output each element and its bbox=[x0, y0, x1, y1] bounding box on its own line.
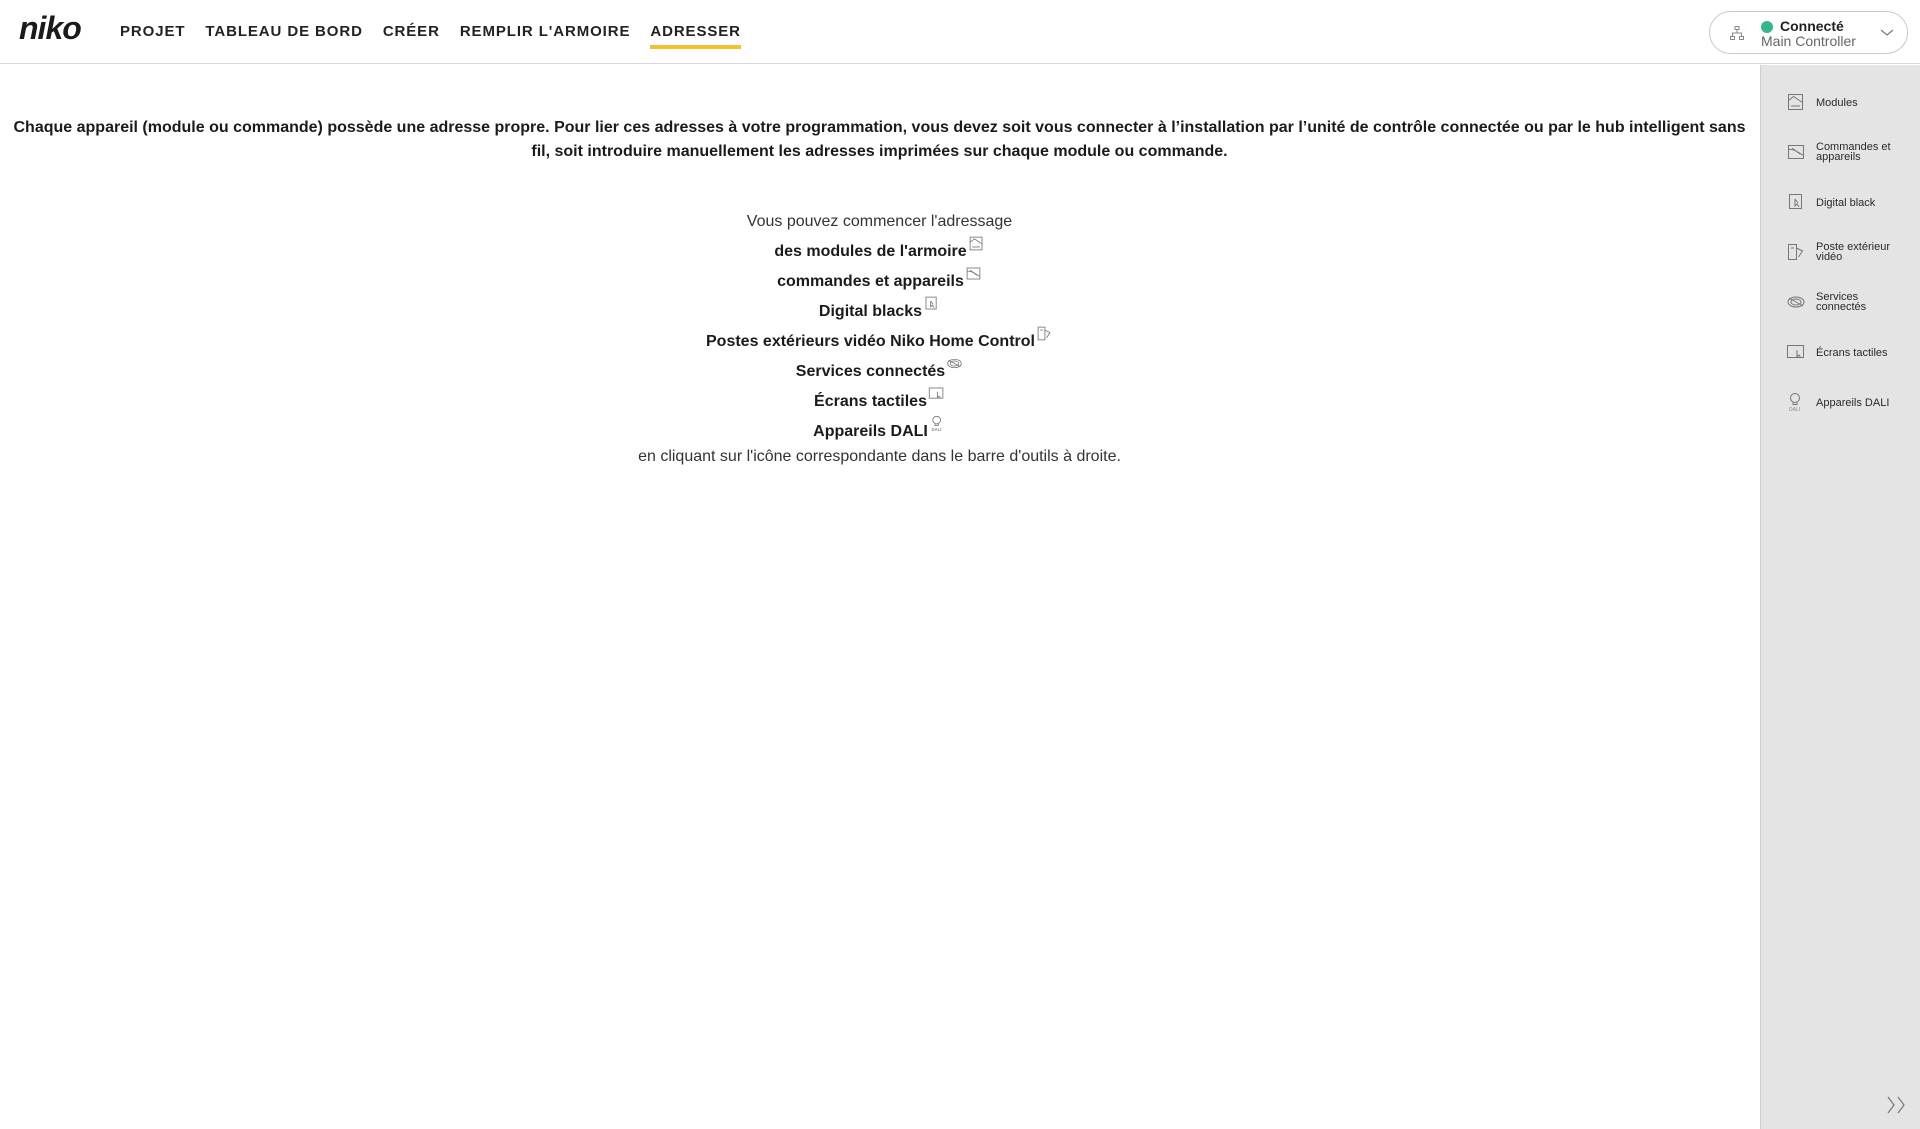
toolbar-video-station[interactable]: Poste extérieur vidéo bbox=[1761, 238, 1920, 278]
nav-label: ADRESSER bbox=[650, 22, 741, 40]
dali-icon: DALI bbox=[1789, 393, 1800, 412]
status-dot bbox=[1761, 21, 1773, 33]
instruction-label: commandes et appareils bbox=[777, 273, 964, 290]
instruction-dali: Appareils DALI DALI bbox=[0, 415, 1759, 443]
nav-label: PROJET bbox=[120, 22, 186, 40]
instruction-connected-services: Services connectés bbox=[0, 358, 1759, 383]
instruction-controls: commandes et appareils bbox=[0, 267, 1759, 293]
toolbar-label: Services connectés bbox=[1816, 291, 1867, 313]
connection-status: Connecté bbox=[1780, 18, 1844, 34]
instruction-touchscreens: Écrans tactiles bbox=[0, 387, 1759, 413]
start-text: Vous pouvez commencer l'adressage bbox=[746, 213, 1013, 230]
touchscreen-icon bbox=[1787, 345, 1804, 359]
digital-black-icon bbox=[925, 296, 937, 310]
nav-creer[interactable]: CRÉER bbox=[383, 0, 440, 64]
controls-devices-icon bbox=[966, 267, 981, 280]
toolbar-dali[interactable]: DALI Appareils DALI bbox=[1761, 388, 1920, 428]
controller-name: Main Controller bbox=[1761, 33, 1856, 49]
intro-text: Chaque appareil (module ou commande) pos… bbox=[13, 119, 1746, 160]
network-icon bbox=[1730, 26, 1744, 40]
instruction-video-stations: Postes extérieurs vidéo Niko Home Contro… bbox=[0, 326, 1759, 353]
toolbar-controls-devices[interactable]: Commandes et appareils bbox=[1761, 138, 1920, 178]
double-chevron-right-icon[interactable] bbox=[1886, 1095, 1908, 1115]
toolbar-connected-services[interactable]: Services connectés bbox=[1761, 288, 1920, 328]
toolbar-label: Appareils DALI bbox=[1816, 397, 1890, 409]
instruction-modules: des modules de l'armoire bbox=[0, 236, 1759, 263]
niko-logo[interactable]: niko bbox=[19, 11, 101, 47]
top-bar: niko PROJET TABLEAU DE BORD CRÉER REMPLI… bbox=[0, 0, 1920, 64]
instruction-label: des modules de l'armoire bbox=[774, 243, 967, 260]
controls-devices-icon bbox=[1788, 145, 1804, 159]
main-navigation: PROJET TABLEAU DE BORD CRÉER REMPLIR L'A… bbox=[120, 0, 761, 64]
toolbar-label: Commandes et appareils bbox=[1816, 141, 1891, 163]
toolbar-label: Poste extérieur vidéo bbox=[1816, 241, 1890, 263]
video-outdoor-station-icon bbox=[1788, 244, 1804, 260]
right-toolbar: Modules Commandes et appareils Digital b… bbox=[1760, 65, 1920, 1129]
addressing-instructions: Vous pouvez commencer l'adressage des mo… bbox=[0, 211, 1759, 468]
toolbar-label: Digital black bbox=[1816, 197, 1876, 209]
connected-services-icon bbox=[947, 358, 962, 369]
modules-icon bbox=[969, 236, 983, 251]
svg-text:DALI: DALI bbox=[1789, 407, 1800, 412]
instruction-label: Écrans tactiles bbox=[814, 393, 927, 410]
video-outdoor-station-icon bbox=[1037, 326, 1051, 341]
touchscreen-icon bbox=[928, 387, 944, 399]
connection-selector[interactable]: Connecté Main Controller bbox=[1709, 11, 1908, 54]
nav-label: CRÉER bbox=[382, 22, 440, 40]
nav-label: REMPLIR L'ARMOIRE bbox=[459, 22, 631, 40]
dali-icon: DALI bbox=[931, 415, 941, 432]
end-text: en cliquant sur l'icône correspondante d… bbox=[638, 448, 1121, 465]
instruction-label: Appareils DALI bbox=[813, 423, 928, 440]
nav-label: TABLEAU DE BORD bbox=[205, 22, 363, 40]
svg-text:DALI: DALI bbox=[931, 427, 941, 432]
instruction-label: Digital blacks bbox=[818, 303, 923, 320]
toolbar-label: Écrans tactiles bbox=[1816, 347, 1888, 359]
toolbar-touchscreens[interactable]: Écrans tactiles bbox=[1761, 338, 1920, 378]
main-content: Chaque appareil (module ou commande) pos… bbox=[0, 65, 1759, 1129]
modules-icon bbox=[1788, 94, 1803, 110]
nav-projet[interactable]: PROJET bbox=[120, 0, 185, 64]
nav-adresser[interactable]: ADRESSER bbox=[650, 0, 741, 64]
instruction-label: Services connectés bbox=[795, 363, 946, 380]
chevron-down-icon bbox=[1880, 29, 1894, 36]
nav-remplir-armoire[interactable]: REMPLIR L'ARMOIRE bbox=[460, 0, 631, 64]
svg-text:niko: niko bbox=[19, 11, 81, 46]
instruction-digital-blacks: Digital blacks bbox=[0, 296, 1759, 323]
connected-services-icon bbox=[1787, 296, 1805, 308]
nav-tableau-de-bord[interactable]: TABLEAU DE BORD bbox=[205, 0, 362, 64]
toolbar-label: Modules bbox=[1816, 97, 1858, 109]
digital-black-icon bbox=[1789, 194, 1802, 209]
instruction-label: Postes extérieurs vidéo Niko Home Contro… bbox=[706, 333, 1035, 350]
toolbar-modules[interactable]: Modules bbox=[1761, 88, 1920, 128]
toolbar-digital-black[interactable]: Digital black bbox=[1761, 188, 1920, 228]
